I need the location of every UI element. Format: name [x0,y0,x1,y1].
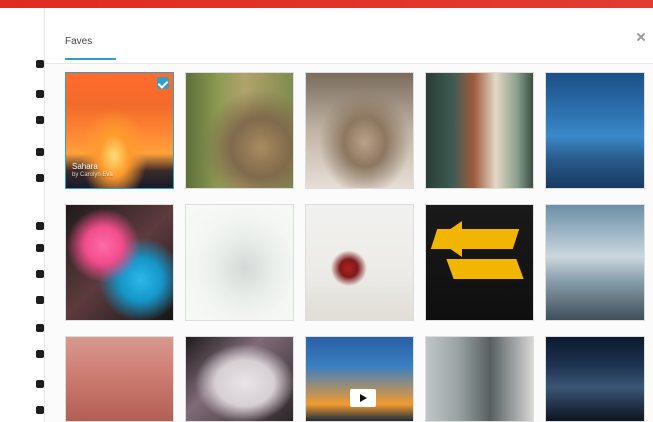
left-strip-glyph [36,270,44,278]
left-strip-glyph [36,222,44,230]
grid-tile-8[interactable] [305,204,414,321]
grid-tile-image [186,73,293,188]
close-icon[interactable] [636,32,646,42]
top-bar-overlay [0,0,653,8]
grid-tile-image [546,205,644,320]
grid-tile-image [306,73,413,188]
grid-tile-14[interactable] [425,336,534,422]
grid-tile-image [546,337,644,421]
tile-caption: Sahara by Carolyn Eva [72,162,113,180]
tab-faves[interactable]: Faves [65,36,92,47]
grid-tile-image [546,73,644,188]
left-text-strip [0,8,44,422]
grid-tile-6[interactable] [65,204,174,321]
left-strip-glyph [36,60,44,68]
grid-tile-15[interactable] [545,336,645,422]
grid-tile-image [186,337,293,421]
grid-tile-1[interactable]: Sahara by Carolyn Eva [65,72,174,189]
left-strip-glyph [36,244,44,252]
arrow-shape [446,259,524,279]
grid-tile-5[interactable] [545,72,645,189]
grid-tile-10[interactable] [545,204,645,321]
left-strip-glyph [36,406,44,414]
left-strip-glyph [36,116,44,124]
play-icon[interactable] [350,389,376,407]
grid-tile-2[interactable] [185,72,294,189]
panel-header: Faves [45,8,653,64]
tile-caption-title: Sahara [72,162,98,171]
left-strip-glyph [36,350,44,358]
grid-tile-4[interactable] [425,72,534,189]
grid-tile-image [306,205,413,320]
selected-check-icon [157,77,169,89]
grid-tile-image [66,337,173,421]
grid-tile-9[interactable] [425,204,534,321]
tile-caption-sub: by Carolyn Eva [72,172,113,178]
image-grid: Sahara by Carolyn Eva [65,72,645,422]
faves-panel: Faves Sahara by Carolyn Eva [44,8,653,422]
grid-tile-image [66,205,173,320]
grid-tile-image [186,205,293,320]
arrow-shape [436,221,462,257]
grid-tile-11[interactable] [65,336,174,422]
left-strip-glyph [36,324,44,332]
left-strip-glyph [36,296,44,304]
left-strip-glyph [36,380,44,388]
tab-faves-underline [65,58,116,60]
grid-tile-12[interactable] [185,336,294,422]
grid-tile-image [306,337,413,421]
grid-tile-13[interactable] [305,336,414,422]
grid-tile-image [426,73,533,188]
grid-tile-7[interactable] [185,204,294,321]
grid-tile-image [426,337,533,421]
left-strip-glyph [36,174,44,182]
left-strip-glyph [36,90,44,98]
top-bar [0,0,653,8]
left-strip-glyph [36,148,44,156]
grid-tile-3[interactable] [305,72,414,189]
